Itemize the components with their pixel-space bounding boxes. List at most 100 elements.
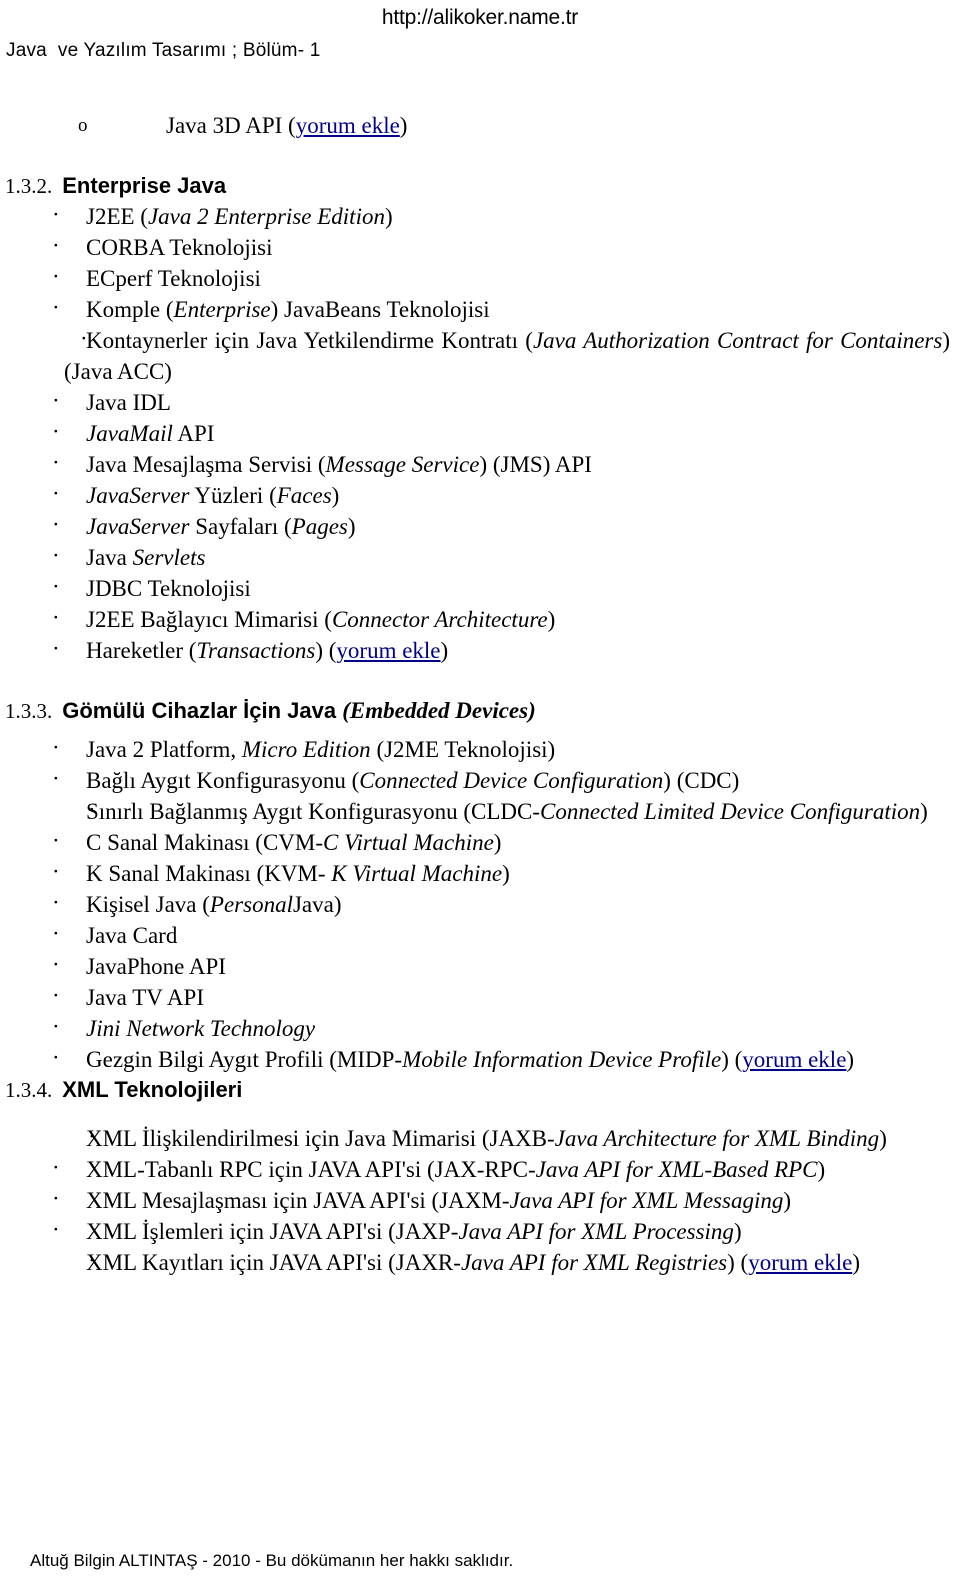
item-text: K Sanal Makinası (KVM-: [86, 861, 332, 886]
item-text-italic: Mobile Information Device Profile: [402, 1047, 722, 1072]
item-text: J2EE Bağlayıcı Mimarisi (: [86, 607, 332, 632]
section-title-text: Gömülü Cihazlar İçin Java: [62, 698, 343, 723]
item-text: Java 2 Platform,: [86, 737, 242, 762]
yorum-ekle-link[interactable]: yorum ekle: [296, 113, 400, 138]
item-text-tail: ): [783, 1188, 792, 1213]
list-item: · J2EE (Java 2 Enterprise Edition): [0, 201, 960, 232]
item-text-italic: Personal: [209, 892, 293, 917]
item-text-italic-2: Faces: [276, 483, 332, 508]
dot-bullet-icon: ·: [52, 766, 60, 791]
dot-bullet-icon: ·: [52, 512, 60, 537]
item-text: Sınırlı Bağlanmış Aygıt Konfigurasyonu (…: [86, 799, 541, 824]
dot-bullet-icon: ·: [52, 735, 60, 760]
item-text-italic: Java API for XML Processing: [458, 1219, 734, 1244]
list-item: · Kontaynerler için Java Yetkilendirme Ko…: [0, 325, 960, 387]
dot-bullet-icon: ·: [52, 859, 60, 884]
item-text-italic: Java API for XML Registries: [460, 1250, 728, 1275]
dot-bullet-icon: ·: [52, 543, 60, 568]
item-text-italic: Enterprise: [173, 297, 271, 322]
section-heading-1-3-4: 1.3.4. XML Teknolojileri: [0, 1075, 960, 1105]
yorum-ekle-link[interactable]: yorum ekle: [748, 1250, 852, 1275]
list-item: · XML İşlemleri için JAVA API'si (JAXP-Ja…: [0, 1216, 960, 1247]
list-item: · JavaPhone API: [0, 951, 960, 982]
item-text: CORBA Teknolojisi: [86, 235, 273, 260]
list-item: · Jini Network Technology: [0, 1013, 960, 1044]
yorum-ekle-link[interactable]: yorum ekle: [742, 1047, 846, 1072]
item-text: J2EE (: [86, 204, 148, 229]
dot-bullet-icon: ·: [52, 1217, 60, 1242]
item-text-italic: Micro Edition: [241, 737, 371, 762]
item-text: Java IDL: [86, 390, 171, 415]
document-body: o Java 3D API (yorum ekle) 1.3.2. Enterpri…: [0, 110, 960, 1278]
item-text-italic: Java Authorization Contract for Containe…: [532, 328, 943, 353]
section-number: 1.3.2.: [5, 174, 53, 198]
item-text-italic: Java API for XML Messaging: [509, 1188, 784, 1213]
item-text-italic: Java 2 Enterprise Edition: [147, 204, 385, 229]
list-item: · Java IDL: [0, 387, 960, 418]
list-item: · JavaServer Yüzleri (Faces): [0, 480, 960, 511]
list-item: · Java Mesajlaşma Servisi (Message Servic…: [0, 449, 960, 480]
dot-bullet-icon: ·: [52, 450, 60, 475]
item-text-italic: Java Architecture for XML Binding: [554, 1126, 880, 1151]
item-text: XML İşlemleri için JAVA API'si (JAXP-: [86, 1219, 459, 1244]
dot-bullet-icon: ·: [52, 1045, 60, 1070]
dot-bullet-icon: ·: [52, 890, 60, 915]
dot-bullet-icon: ·: [52, 983, 60, 1008]
item-text: Bağlı Aygıt Konfigurasyonu (: [86, 768, 360, 793]
item-text-italic: Connected Limited Device Configuration: [540, 799, 921, 824]
item-text: Java Card: [86, 923, 178, 948]
dot-bullet-icon: ·: [80, 326, 88, 351]
dot-bullet-icon: ·: [52, 1014, 60, 1039]
dot-bullet-icon: ·: [52, 952, 60, 977]
item-text: XML Mesajlaşması için JAVA API'si (JAXM-: [86, 1188, 510, 1213]
site-url-header: http://alikoker.name.tr: [381, 6, 579, 29]
list-item: · XML Mesajlaşması için JAVA API'si (JAXM…: [0, 1185, 960, 1216]
section-number: 1.3.4.: [5, 1078, 53, 1102]
item-text-tail: ): [384, 204, 393, 229]
item-text: Komple (: [86, 297, 174, 322]
item-text: Kontaynerler için Java Yetkilendirme Kon…: [86, 328, 533, 353]
item-text-italic: Transactions: [196, 638, 316, 663]
item-text: JavaPhone API: [86, 954, 226, 979]
list-item: · XML İlişkilendirilmesi için Java Mimari…: [0, 1123, 960, 1154]
section-heading-1-3-3: 1.3.3. Gömülü Cihazlar İçin Java (Embedde…: [0, 696, 960, 726]
item-text-tail: ): [817, 1157, 826, 1182]
item-text-tail: ): [547, 607, 556, 632]
list-item: · JavaServer Sayfaları (Pages): [0, 511, 960, 542]
item-text-italic-2: Pages: [291, 514, 348, 539]
item-text: Hareketler (: [86, 638, 197, 663]
list-item: · C Sanal Makinası (CVM-C Virtual Machine…: [0, 827, 960, 858]
item-text-mid: ) (: [727, 1250, 749, 1275]
list-item: · Hareketler (Transactions) (yorum ekle): [0, 635, 960, 666]
dot-bullet-icon: ·: [52, 202, 60, 227]
section-title: Gömülü Cihazlar İçin Java (Embedded Devi…: [62, 698, 536, 723]
dot-bullet-icon: ·: [52, 295, 60, 320]
list-item: · Kişisel Java (PersonalJava): [0, 889, 960, 920]
item-text: Gezgin Bilgi Aygıt Profili (MIDP-: [86, 1047, 403, 1072]
section-number: 1.3.3.: [5, 699, 53, 723]
document-title-header: Java ve Yazılım Tasarımı ; Bölüm- 1: [6, 40, 321, 61]
item-text: Sayfaları (: [189, 514, 292, 539]
dot-bullet-icon: ·: [88, 1124, 96, 1149]
item-text-tail: ): [440, 638, 449, 663]
dot-bullet-icon: ·: [52, 233, 60, 258]
item-text: API: [172, 421, 215, 446]
item-text-italic: JavaServer: [86, 483, 190, 508]
page-footer: Altuğ Bilgin ALTINTAŞ - 2010 - Bu döküma…: [30, 1551, 514, 1570]
item-text-italic: Connected Device Configuration: [359, 768, 664, 793]
list-item: · JavaMail API: [0, 418, 960, 449]
list-item-text-tail: ): [399, 113, 408, 138]
dot-bullet-icon: ·: [52, 388, 60, 413]
section-title: XML Teknolojileri: [62, 1077, 243, 1102]
list-item: · Bağlı Aygıt Konfigurasyonu (Connected D…: [0, 765, 960, 796]
list-item: · Gezgin Bilgi Aygıt Profili (MIDP-Mobile…: [0, 1044, 960, 1075]
item-text-mid: ) (: [721, 1047, 743, 1072]
item-text-tail: ) (JMS) API: [479, 452, 592, 477]
list-item-text: Java 3D API (: [166, 113, 296, 138]
item-text-italic: Servlets: [132, 545, 206, 570]
yorum-ekle-link[interactable]: yorum ekle: [336, 638, 440, 663]
list-item: · Java 2 Platform, Micro Edition (J2ME Te…: [0, 734, 960, 765]
dot-bullet-icon: ·: [52, 605, 60, 630]
